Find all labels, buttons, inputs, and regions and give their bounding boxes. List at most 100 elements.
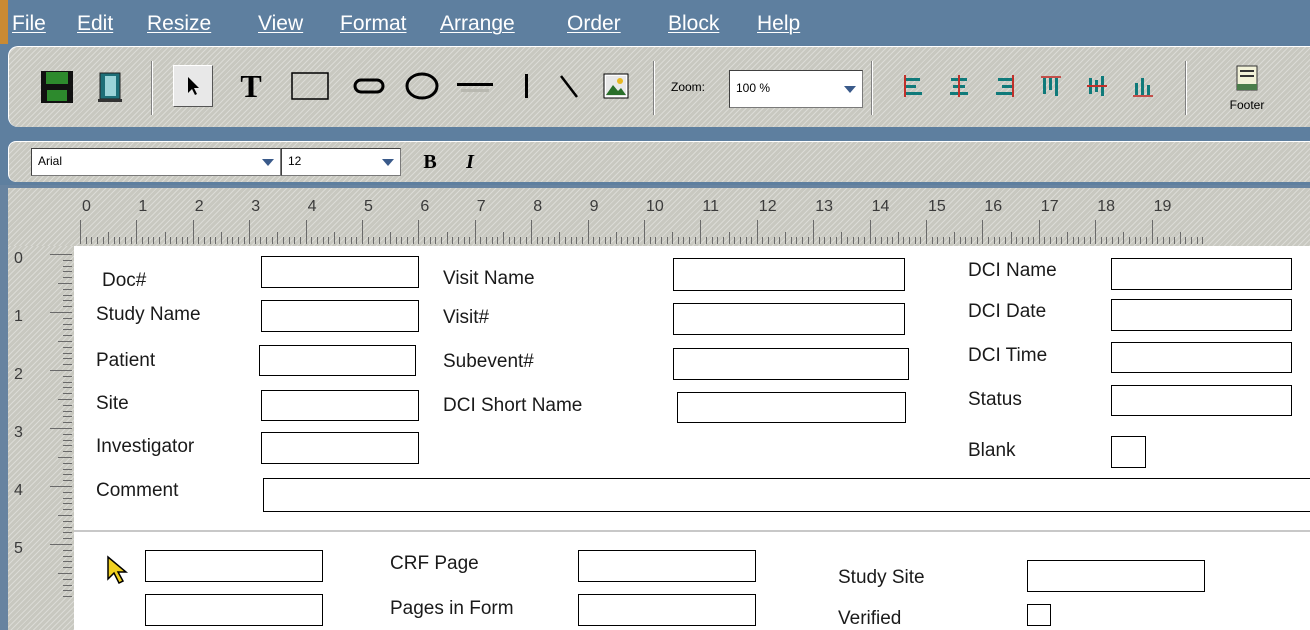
diagonal-line-tool-button[interactable]	[549, 65, 589, 107]
ruler-number-v: 4	[14, 482, 23, 499]
field-footer-2[interactable]	[145, 594, 323, 626]
menu-arrange[interactable]: Arrange	[440, 12, 515, 36]
field-status[interactable]	[1111, 385, 1292, 416]
align-bottom-button[interactable]	[1125, 65, 1161, 107]
horizontal-line-tool-button[interactable]	[453, 65, 497, 107]
zoom-select[interactable]: 100 %	[729, 70, 863, 108]
field-doc[interactable]	[261, 256, 419, 288]
horizontal-ruler[interactable]: 0 1 2 3 4 5 6 7 8 9 10 11 12 13 14 15 16 17 18 19	[8, 188, 1310, 246]
ruler-tick	[50, 254, 72, 255]
field-study-site[interactable]	[1027, 560, 1205, 592]
ruler-tick	[852, 237, 854, 244]
ruler-tick	[63, 497, 72, 499]
ruler-tick	[63, 468, 72, 470]
align-center-button[interactable]	[941, 65, 977, 107]
menu-format[interactable]: Format	[340, 12, 407, 36]
ruler-tick	[1095, 220, 1097, 244]
ruler-tick	[418, 220, 420, 244]
menu-order[interactable]: Order	[567, 12, 621, 36]
field-crf-page[interactable]	[578, 550, 756, 582]
vertical-line-icon	[525, 74, 528, 98]
align-top-button[interactable]	[1033, 65, 1069, 107]
ruler-tick	[903, 237, 905, 244]
ruler-tick	[959, 237, 961, 244]
ruler-tick	[322, 237, 324, 244]
vertical-line-tool-button[interactable]	[511, 65, 541, 107]
horizontal-line-icon	[457, 83, 493, 92]
field-dci-short-name[interactable]	[677, 392, 906, 423]
ruler-tick	[63, 352, 72, 354]
ruler-tick	[50, 544, 72, 545]
footer-button[interactable]: Footer	[1209, 53, 1285, 123]
rectangle-tool-button[interactable]	[287, 65, 333, 107]
ruler-tick	[63, 520, 72, 522]
ruler-tick	[756, 220, 758, 244]
field-dci-name[interactable]	[1111, 258, 1292, 290]
ruler-tick	[63, 474, 72, 476]
ruler-number-h: 9	[589, 198, 599, 215]
italic-button[interactable]: I	[457, 148, 483, 176]
save-button[interactable]	[37, 67, 77, 107]
chevron-down-icon	[262, 159, 274, 166]
ruler-number-h: 7	[476, 198, 486, 215]
field-patient[interactable]	[259, 345, 416, 376]
ruler-tick	[429, 237, 431, 244]
ruler-tick	[914, 237, 916, 244]
field-comment[interactable]	[263, 478, 1310, 512]
ruler-tick	[615, 232, 617, 244]
label-study-site: Study Site	[838, 567, 925, 588]
label-visit-name: Visit Name	[443, 268, 535, 289]
vertical-ruler[interactable]: 0 1 2 3 4 5	[8, 246, 74, 630]
field-subevent[interactable]	[673, 348, 909, 380]
field-visit-name[interactable]	[673, 258, 905, 291]
ruler-number-h: 12	[758, 198, 777, 215]
ruler-tick	[570, 237, 572, 244]
menu-resize[interactable]: Resize	[147, 12, 211, 36]
field-site[interactable]	[261, 390, 419, 421]
ruler-tick	[390, 232, 392, 244]
menu-file[interactable]: File	[12, 12, 46, 36]
ruler-tick	[266, 237, 268, 244]
ruler-tick	[221, 232, 222, 244]
ruler-tick	[559, 232, 561, 244]
text-tool-button[interactable]: T	[231, 65, 271, 107]
ruler-tick	[621, 237, 623, 244]
select-tool-button[interactable]	[173, 65, 213, 107]
checkbox-verified[interactable]	[1027, 604, 1051, 626]
ruler-tick	[745, 237, 747, 244]
field-investigator[interactable]	[261, 432, 419, 464]
menu-block[interactable]: Block	[668, 12, 719, 36]
image-tool-button[interactable]	[597, 65, 635, 107]
align-left-button[interactable]	[895, 65, 931, 107]
field-pages-in-form[interactable]	[578, 594, 756, 626]
font-size-select[interactable]: 12	[281, 148, 401, 176]
menu-bar: File Edit Resize View Format Arrange Ord…	[0, 0, 1310, 44]
ruler-tick	[1191, 237, 1193, 244]
ruler-tick	[80, 220, 81, 244]
ruler-tick	[96, 237, 98, 244]
exit-button[interactable]	[91, 67, 131, 107]
ruler-tick	[58, 283, 72, 284]
ruler-tick	[610, 237, 612, 244]
rounded-rectangle-tool-button[interactable]	[349, 65, 389, 107]
checkbox-blank[interactable]	[1111, 436, 1146, 468]
field-study-name[interactable]	[261, 300, 419, 332]
field-footer-1[interactable]	[145, 550, 323, 582]
ruler-tick	[824, 237, 826, 244]
field-dci-date[interactable]	[1111, 299, 1292, 331]
ellipse-tool-button[interactable]	[399, 65, 445, 107]
menu-edit[interactable]: Edit	[77, 12, 113, 36]
zoom-value: 100 %	[736, 81, 771, 95]
bold-button[interactable]: B	[417, 148, 443, 176]
font-select[interactable]: Arial	[31, 148, 281, 176]
align-center-icon	[950, 75, 968, 97]
menu-view[interactable]: View	[258, 12, 303, 36]
align-middle-button[interactable]	[1079, 65, 1115, 107]
ruler-tick	[762, 237, 764, 244]
align-right-button[interactable]	[987, 65, 1023, 107]
field-dci-time[interactable]	[1111, 342, 1292, 373]
menu-help[interactable]: Help	[757, 12, 800, 36]
field-visit-num[interactable]	[673, 303, 905, 335]
ruler-tick	[1134, 237, 1136, 244]
section-divider	[74, 530, 1310, 532]
